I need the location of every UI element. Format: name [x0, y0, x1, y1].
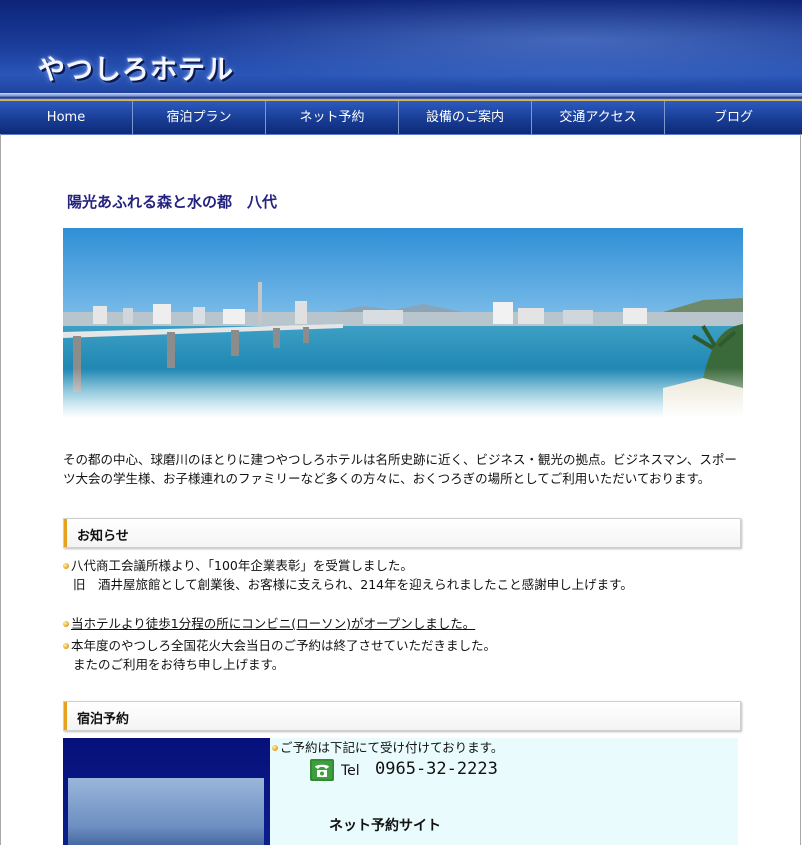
hotel-photo-image	[68, 778, 264, 845]
main-nav: Home 宿泊プラン ネット予約 設備のご案内 交通アクセス ブログ	[0, 100, 802, 135]
tel-number[interactable]: 0965-32-2223	[375, 759, 498, 779]
news-item: 本年度のやつしろ全国花火大会当日のご予約は終了させていただきました。 またのご利…	[63, 636, 496, 674]
news-heading-title: お知らせ	[77, 529, 129, 544]
nav-item-access[interactable]: 交通アクセス	[532, 101, 665, 134]
site-logo[interactable]: やつしろホテル	[38, 48, 234, 87]
reservation-heading: 宿泊予約	[63, 701, 741, 731]
phone-icon	[310, 759, 334, 781]
bullet-icon	[63, 620, 69, 627]
bullet-icon	[63, 562, 69, 569]
site-header: やつしろホテル	[0, 0, 802, 100]
bullet-icon	[272, 744, 278, 751]
heading-accent-bar	[64, 519, 67, 547]
nav-item-plans[interactable]: 宿泊プラン	[133, 101, 266, 134]
bullet-icon	[63, 642, 69, 649]
news-text: またのご利用をお待ち申し上げます。	[73, 657, 285, 672]
catch-copy: 陽光あふれる森と水の都 八代	[67, 193, 278, 211]
river-panorama-image	[63, 228, 743, 418]
news-heading: お知らせ	[63, 518, 741, 548]
intro-text: その都の中心、球磨川のほとりに建つやつしろホテルは名所史跡に近く、ビジネス・観光…	[63, 452, 737, 486]
nav-item-home[interactable]: Home	[0, 101, 133, 134]
hotel-photo	[63, 738, 270, 845]
news-item: 八代商工会議所様より、「100年企業表彰」を受賞しました。 旧 酒井屋旅館として…	[63, 556, 633, 594]
news-text: 八代商工会議所様より、「100年企業表彰」を受賞しました。	[71, 558, 413, 573]
hero-image	[63, 228, 743, 418]
heading-accent-bar	[64, 702, 67, 730]
content-frame-right	[800, 134, 801, 845]
reservation-note-line: ご予約は下記にて受け付けております。	[272, 738, 503, 757]
nav-item-facilities[interactable]: 設備のご案内	[399, 101, 532, 134]
nav-item-net-reservation[interactable]: ネット予約	[266, 101, 399, 134]
news-item: 当ホテルより徒歩1分程の所にコンビニ(ローソン)がオープンしました。	[63, 614, 475, 633]
news-link-convenience-store[interactable]: 当ホテルより徒歩1分程の所にコンビニ(ローソン)がオープンしました。	[71, 616, 475, 631]
net-reservation-title: ネット予約サイト	[329, 818, 441, 834]
reservation-heading-title: 宿泊予約	[77, 712, 130, 727]
content-frame-left	[0, 134, 1, 845]
news-text: 旧 酒井屋旅館として創業後、お客様に支えられ、214年を迎えられましたこと感謝申…	[73, 577, 633, 592]
news-text: 本年度のやつしろ全国花火大会当日のご予約は終了させていただきました。	[71, 638, 497, 653]
header-divider	[0, 93, 802, 100]
reservation-note: ご予約は下記にて受け付けております。	[280, 740, 504, 755]
nav-item-blog[interactable]: ブログ	[665, 101, 802, 134]
tel-label: Tel	[341, 763, 360, 779]
